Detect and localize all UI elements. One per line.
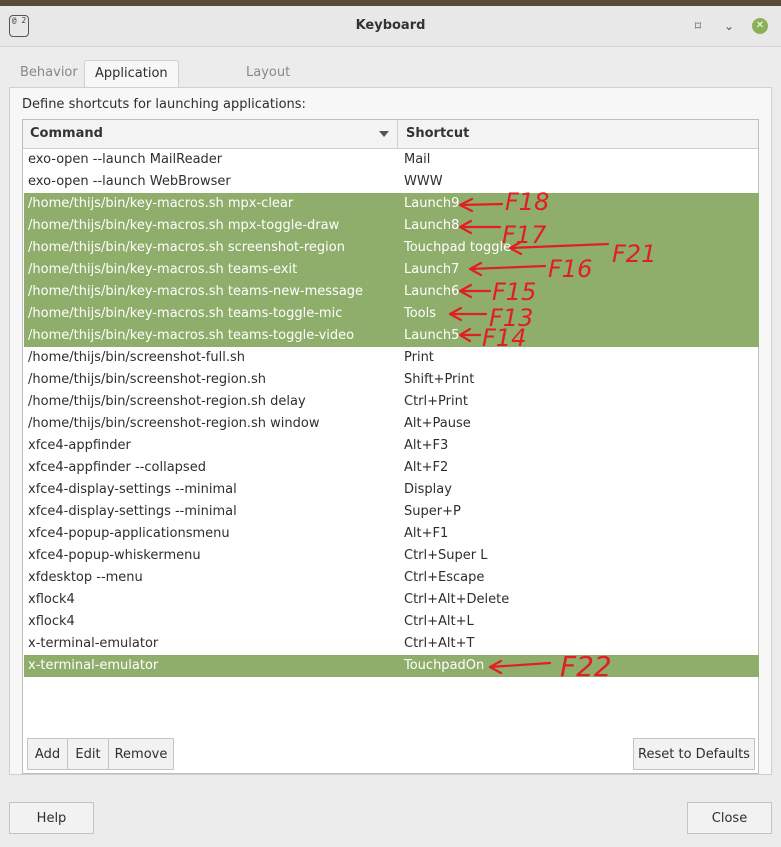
column-header-command[interactable]: Command [23, 120, 398, 148]
command-cell: xfce4-display-settings --minimal [28, 504, 237, 519]
table-row[interactable]: exo-open --launch WebBrowser WWW [24, 171, 759, 193]
command-cell: /home/thijs/bin/screenshot-region.sh win… [28, 416, 320, 431]
table-row[interactable]: /home/thijs/bin/key-macros.sh screenshot… [24, 237, 759, 259]
shortcut-cell: Super+P [404, 504, 461, 519]
table-row[interactable]: /home/thijs/bin/key-macros.sh teams-new-… [24, 281, 759, 303]
table-row[interactable]: /home/thijs/bin/screenshot-region.sh Shif… [24, 369, 759, 391]
shortcut-cell: Launch6 [404, 284, 460, 299]
command-cell: /home/thijs/bin/key-macros.sh mpx-clear [28, 196, 294, 211]
command-cell: /home/thijs/bin/key-macros.sh teams-new-… [28, 284, 364, 299]
shortcut-cell: Ctrl+Escape [404, 570, 485, 585]
remove-button[interactable]: Remove [108, 738, 174, 770]
command-cell: xflock4 [28, 614, 75, 629]
table-row[interactable]: xfce4-appfinder --collapsed Alt+F2 [24, 457, 759, 479]
reset-to-defaults-button[interactable]: Reset to Defaults [633, 738, 755, 770]
shortcut-cell: Ctrl+Print [404, 394, 468, 409]
column-header-shortcut[interactable]: Shortcut [398, 120, 758, 148]
table-row[interactable]: xfdesktop --menu Ctrl+Escape [24, 567, 759, 589]
table-row[interactable]: /home/thijs/bin/key-macros.sh mpx-toggle… [24, 215, 759, 237]
tab-behavior[interactable]: Behavior [10, 60, 88, 86]
sort-down-icon [379, 131, 389, 137]
table-row[interactable]: exo-open --launch MailReader Mail [24, 149, 759, 171]
command-cell: exo-open --launch MailReader [28, 152, 223, 167]
command-cell: /home/thijs/bin/key-macros.sh teams-togg… [28, 328, 355, 343]
command-cell: exo-open --launch WebBrowser [28, 174, 231, 189]
add-button[interactable]: Add [27, 738, 68, 770]
shortcut-cell: WWW [404, 174, 443, 189]
table-header: Command Shortcut [23, 120, 758, 149]
shortcut-cell: Display [404, 482, 452, 497]
tab-application-shortcuts[interactable]: Application Shortcuts [84, 60, 179, 107]
command-cell: /home/thijs/bin/screenshot-full.sh [28, 350, 245, 365]
table-row[interactable]: xflock4 Ctrl+Alt+L [24, 611, 759, 633]
command-cell: /home/thijs/bin/key-macros.sh teams-exit [28, 262, 298, 277]
shortcut-cell: Mail [404, 152, 431, 167]
shortcut-cell: Alt+F1 [404, 526, 449, 541]
command-cell: /home/thijs/bin/key-macros.sh teams-togg… [28, 306, 343, 321]
table-row[interactable]: xflock4 Ctrl+Alt+Delete [24, 589, 759, 611]
command-cell: /home/thijs/bin/key-macros.sh mpx-toggle… [28, 218, 340, 233]
table-row[interactable]: x-terminal-emulator Ctrl+Alt+T [24, 633, 759, 655]
command-cell: /home/thijs/bin/screenshot-region.sh del… [28, 394, 306, 409]
shortcut-cell: Touchpad toggle [404, 240, 512, 255]
table-row[interactable]: xfce4-popup-applicationsmenu Alt+F1 [24, 523, 759, 545]
table-row[interactable]: xfce4-display-settings --minimal Display [24, 479, 759, 501]
help-window-icon[interactable]: ⌑ [690, 18, 706, 34]
table-row[interactable]: xfce4-popup-whiskermenu Ctrl+Super L [24, 545, 759, 567]
table-row[interactable]: xfce4-appfinder Alt+F3 [24, 435, 759, 457]
command-cell: /home/thijs/bin/screenshot-region.sh [28, 372, 267, 387]
table-row[interactable]: /home/thijs/bin/key-macros.sh teams-exit… [24, 259, 759, 281]
shortcut-cell: Ctrl+Alt+Delete [404, 592, 510, 607]
table-body: exo-open --launch MailReader Mail exo-open… [24, 149, 759, 677]
shortcut-cell: Ctrl+Alt+T [404, 636, 475, 651]
table-row[interactable]: /home/thijs/bin/screenshot-full.sh Print [24, 347, 759, 369]
command-cell: xfdesktop --menu [28, 570, 143, 585]
command-cell: x-terminal-emulator [28, 658, 159, 673]
shortcut-cell: Alt+Pause [404, 416, 471, 431]
tab-layout[interactable]: Layout [236, 60, 300, 86]
edit-button[interactable]: Edit [67, 738, 109, 770]
help-button[interactable]: Help [9, 802, 94, 834]
shortcut-cell: Alt+F2 [404, 460, 449, 475]
shortcut-cell: Tools [404, 306, 437, 321]
table-row[interactable]: x-terminal-emulator TouchpadOn [24, 655, 759, 677]
shortcut-cell: Launch7 [404, 262, 460, 277]
command-cell: x-terminal-emulator [28, 636, 159, 651]
window-title: Keyboard [355, 18, 426, 33]
minimize-icon[interactable]: ⌄ [721, 18, 737, 34]
shortcut-cell: Alt+F3 [404, 438, 449, 453]
shortcut-cell: TouchpadOn [404, 658, 485, 673]
command-cell: /home/thijs/bin/key-macros.sh screenshot… [28, 240, 345, 255]
table-row[interactable]: /home/thijs/bin/key-macros.sh teams-togg… [24, 325, 759, 347]
column-header-command-label: Command [30, 126, 103, 141]
shortcut-cell: Launch8 [404, 218, 460, 233]
close-window-icon[interactable]: ✕ [752, 18, 768, 34]
title-bar[interactable]: @ 2 Keyboard ⌑ ⌄ ✕ [0, 6, 781, 47]
shortcut-cell: Print [404, 350, 434, 365]
shortcut-cell: Ctrl+Alt+L [404, 614, 474, 629]
close-button[interactable]: Close [687, 802, 772, 834]
command-cell: xflock4 [28, 592, 75, 607]
shortcut-cell: Launch9 [404, 196, 460, 211]
table-row[interactable]: xfce4-display-settings --minimal Super+P [24, 501, 759, 523]
table-row[interactable]: /home/thijs/bin/screenshot-region.sh del… [24, 391, 759, 413]
shortcut-cell: Shift+Print [404, 372, 475, 387]
command-cell: xfce4-appfinder [28, 438, 131, 453]
table-row[interactable]: /home/thijs/bin/key-macros.sh teams-togg… [24, 303, 759, 325]
command-cell: xfce4-popup-applicationsmenu [28, 526, 230, 541]
table-row[interactable]: /home/thijs/bin/screenshot-region.sh win… [24, 413, 759, 435]
command-cell: xfce4-appfinder --collapsed [28, 460, 206, 475]
command-cell: xfce4-display-settings --minimal [28, 482, 237, 497]
shortcut-cell: Launch5 [404, 328, 460, 343]
command-cell: xfce4-popup-whiskermenu [28, 548, 201, 563]
shortcut-cell: Ctrl+Super L [404, 548, 488, 563]
panel-description: Define shortcuts for launching applicati… [22, 97, 306, 112]
shortcuts-table[interactable]: Command Shortcut exo-open --launch MailR… [22, 119, 759, 774]
table-row[interactable]: /home/thijs/bin/key-macros.sh mpx-clear L… [24, 193, 759, 215]
